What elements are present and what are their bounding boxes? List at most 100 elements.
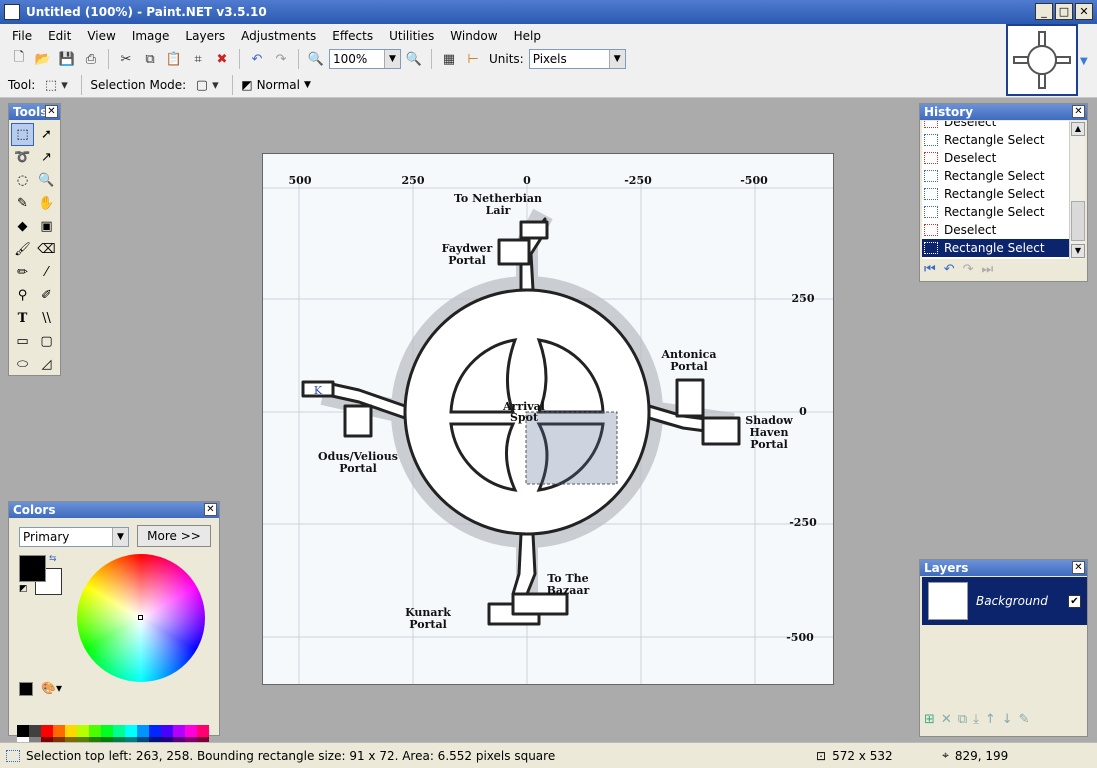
paintbrush-icon[interactable]: 🖌 [11,238,34,261]
palette-swatch[interactable] [137,725,149,737]
ruler-icon[interactable]: ⊢ [462,48,484,70]
thumbnail-menu-icon[interactable]: ▼ [1080,56,1088,67]
color-mode-combo[interactable]: Primary ▼ [19,527,129,547]
move-selected-icon[interactable]: ↗ [35,146,58,169]
tool-selector-icon[interactable]: ⬚ ▾ [39,74,73,96]
history-item-selected[interactable]: Rectangle Select [922,239,1069,257]
grid-icon[interactable]: ▦ [438,48,460,70]
move-layer-up-icon[interactable]: ↑ [985,712,996,727]
redo-icon[interactable]: ↷ [963,262,974,277]
close-icon[interactable]: ✕ [1072,105,1085,118]
scroll-down-icon[interactable]: ▼ [1071,244,1085,258]
add-layer-icon[interactable]: ⊞ [924,712,935,727]
reset-colors-icon[interactable]: ◩ [19,584,28,594]
minimize-button[interactable]: _ [1035,3,1053,20]
antialias-icon[interactable]: ◩ [241,78,252,92]
palette-swatch[interactable] [125,725,137,737]
chevron-down-icon[interactable]: ▼ [608,50,625,68]
rectangle-select-icon[interactable]: ⬚ [11,123,34,146]
merge-layer-down-icon[interactable]: ⤓ [973,712,979,727]
history-scrollbar[interactable]: ▲ ▼ [1069,121,1085,259]
ellipse-icon[interactable]: ⬭ [11,353,34,376]
rectangle-icon[interactable]: ▭ [11,330,34,353]
crop-icon[interactable]: ⌗ [187,48,209,70]
close-button[interactable]: ✕ [1075,3,1093,20]
layer-row[interactable]: Background ✔ [922,577,1087,625]
deselect-icon[interactable]: ✖ [211,48,233,70]
chevron-down-icon[interactable]: ▼ [384,50,400,68]
palette-swatch[interactable] [113,725,125,737]
lasso-select-icon[interactable]: ➰ [11,146,34,169]
move-layer-down-icon[interactable]: ↓ [1002,712,1013,727]
ellipse-select-icon[interactable]: ◌ [11,169,34,192]
rewind-icon[interactable]: ⏮ [924,262,936,277]
text-icon[interactable]: T [11,307,34,330]
close-icon[interactable]: ✕ [45,105,58,118]
palette-swatch[interactable] [185,725,197,737]
paste-icon[interactable]: 📋 [163,48,185,70]
save-icon[interactable]: 💾 [56,48,78,70]
palette-swatch[interactable] [17,725,29,737]
menu-image[interactable]: Image [124,26,178,46]
image-thumbnail[interactable] [1006,24,1078,96]
gradient-icon[interactable]: ▣ [35,215,58,238]
line-curve-icon[interactable]: \\ [35,307,58,330]
scroll-up-icon[interactable]: ▲ [1071,122,1085,136]
clone-stamp-icon[interactable]: ⚲ [11,284,34,307]
image-canvas[interactable]: 500 250 0 -250 -500 250 0 -250 -500 To N… [262,153,834,685]
maximize-button[interactable]: □ [1055,3,1073,20]
redo-icon[interactable]: ↷ [270,48,292,70]
delete-layer-icon[interactable]: ✕ [941,712,952,727]
palette-swatch[interactable] [173,725,185,737]
blend-mode[interactable]: Normal [257,78,300,92]
menu-utilities[interactable]: Utilities [381,26,442,46]
menu-help[interactable]: Help [506,26,549,46]
fast-forward-icon[interactable]: ⏭ [982,262,994,277]
palette-swatch[interactable] [149,725,161,737]
new-icon[interactable]: 🗋 [8,48,30,70]
open-icon[interactable]: 📂 [32,48,54,70]
palette-swatch[interactable] [65,725,77,737]
color-picker-icon[interactable]: ⁄ [35,261,58,284]
palette-swatch[interactable] [77,725,89,737]
history-item[interactable]: Deselect [922,221,1069,239]
undo-icon[interactable]: ↶ [246,48,268,70]
print-icon[interactable]: ⎙ [80,48,102,70]
more-button[interactable]: More >> [137,525,211,547]
pencil-icon[interactable]: ✏ [11,261,34,284]
close-icon[interactable]: ✕ [204,503,217,516]
chevron-down-icon[interactable]: ▼ [112,528,128,546]
menu-file[interactable]: File [4,26,40,46]
move-selection-icon[interactable]: ➚ [35,123,58,146]
zoom-icon[interactable]: 🔍 [35,169,58,192]
add-to-palette-icon[interactable] [19,682,33,696]
close-icon[interactable]: ✕ [1072,561,1085,574]
menu-window[interactable]: Window [442,26,505,46]
history-item[interactable]: Rectangle Select [922,185,1069,203]
color-wheel[interactable] [77,554,205,682]
magic-wand-icon[interactable]: ✎ [11,192,34,215]
paint-bucket-icon[interactable]: ◆ [11,215,34,238]
history-item[interactable]: Rectangle Select [922,167,1069,185]
recolor-icon[interactable]: ✐ [35,284,58,307]
cut-icon[interactable]: ✂ [115,48,137,70]
rounded-rectangle-icon[interactable]: ▢ [35,330,58,353]
pan-icon[interactable]: ✋ [35,192,58,215]
primary-color-swatch[interactable] [19,555,46,582]
duplicate-layer-icon[interactable]: ⧉ [958,712,967,727]
menu-layers[interactable]: Layers [177,26,233,46]
layer-properties-icon[interactable]: ✎ [1019,712,1030,727]
menu-effects[interactable]: Effects [324,26,381,46]
color-wheel-marker[interactable] [138,615,143,620]
scroll-thumb[interactable] [1071,201,1085,241]
eraser-icon[interactable]: ⌫ [35,238,58,261]
layer-visibility-checkbox[interactable]: ✔ [1068,594,1081,608]
palette-swatch[interactable] [161,725,173,737]
history-item[interactable]: Deselect [922,121,1069,131]
palette-swatch[interactable] [41,725,53,737]
history-item[interactable]: Deselect [922,149,1069,167]
zoom-combo[interactable]: 100% ▼ [329,49,401,69]
menu-adjustments[interactable]: Adjustments [233,26,324,46]
zoom-out-icon[interactable]: 🔍 [305,48,327,70]
swap-colors-icon[interactable]: ⇆ [49,554,57,564]
